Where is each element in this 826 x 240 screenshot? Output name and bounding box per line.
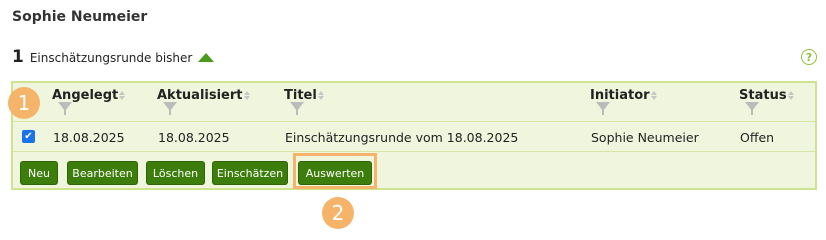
column-label: Initiator (590, 88, 650, 103)
column-label: Aktualisiert (157, 88, 243, 103)
edit-button[interactable]: Bearbeiten (67, 161, 138, 185)
column-label: Titel (284, 88, 317, 103)
filter-icon[interactable] (290, 102, 304, 115)
cell-aktualisiert: 18.08.2025 (158, 130, 230, 145)
column-header-initiator[interactable]: Initiator (590, 88, 657, 103)
round-count: 1 Einschätzungsrunde bisher (12, 47, 215, 67)
column-header-titel[interactable]: Titel (284, 88, 324, 103)
new-button[interactable]: Neu (20, 161, 58, 185)
round-count-label: Einschätzungsrunde bisher (29, 51, 193, 65)
filter-icon[interactable] (596, 102, 610, 115)
column-header-angelegt[interactable]: Angelegt (52, 88, 126, 103)
column-header-status[interactable]: Status (739, 88, 794, 103)
column-label: Angelegt (52, 88, 119, 103)
assess-button[interactable]: Einschätzen (212, 161, 288, 185)
sort-icon[interactable] (317, 91, 324, 100)
arrow-up-icon[interactable] (198, 52, 215, 62)
rounds-table: Angelegt Aktualisiert Titel Initiator St… (11, 81, 817, 190)
cell-titel: Einschätzungsrunde vom 18.08.2025 (285, 130, 519, 145)
table-row[interactable]: ✔ 18.08.2025 18.08.2025 Einschätzungsrun… (13, 122, 815, 152)
cell-status: Offen (740, 130, 775, 145)
table-header: Angelegt Aktualisiert Titel Initiator St… (13, 83, 815, 122)
evaluate-button[interactable]: Auswerten (298, 161, 372, 185)
round-count-number: 1 (12, 47, 24, 67)
sort-icon[interactable] (243, 91, 250, 100)
user-title: Sophie Neumeier (12, 9, 148, 25)
help-icon[interactable]: ? (801, 49, 817, 65)
column-label: Status (739, 88, 787, 103)
sort-icon[interactable] (787, 91, 794, 100)
filter-icon[interactable] (163, 102, 177, 115)
filter-icon[interactable] (745, 102, 759, 115)
cell-initiator: Sophie Neumeier (591, 130, 699, 145)
step-badge-2: 2 (322, 197, 354, 229)
cell-angelegt: 18.08.2025 (53, 130, 125, 145)
column-header-aktualisiert[interactable]: Aktualisiert (157, 88, 250, 103)
step-badge-1: 1 (8, 87, 40, 119)
action-toolbar: Neu Bearbeiten Löschen Einschätzen Auswe… (13, 153, 815, 189)
sort-icon[interactable] (119, 91, 126, 100)
delete-button[interactable]: Löschen (146, 161, 205, 185)
filter-icon[interactable] (58, 102, 72, 115)
sort-icon[interactable] (650, 91, 657, 100)
row-checkbox[interactable]: ✔ (22, 130, 35, 143)
